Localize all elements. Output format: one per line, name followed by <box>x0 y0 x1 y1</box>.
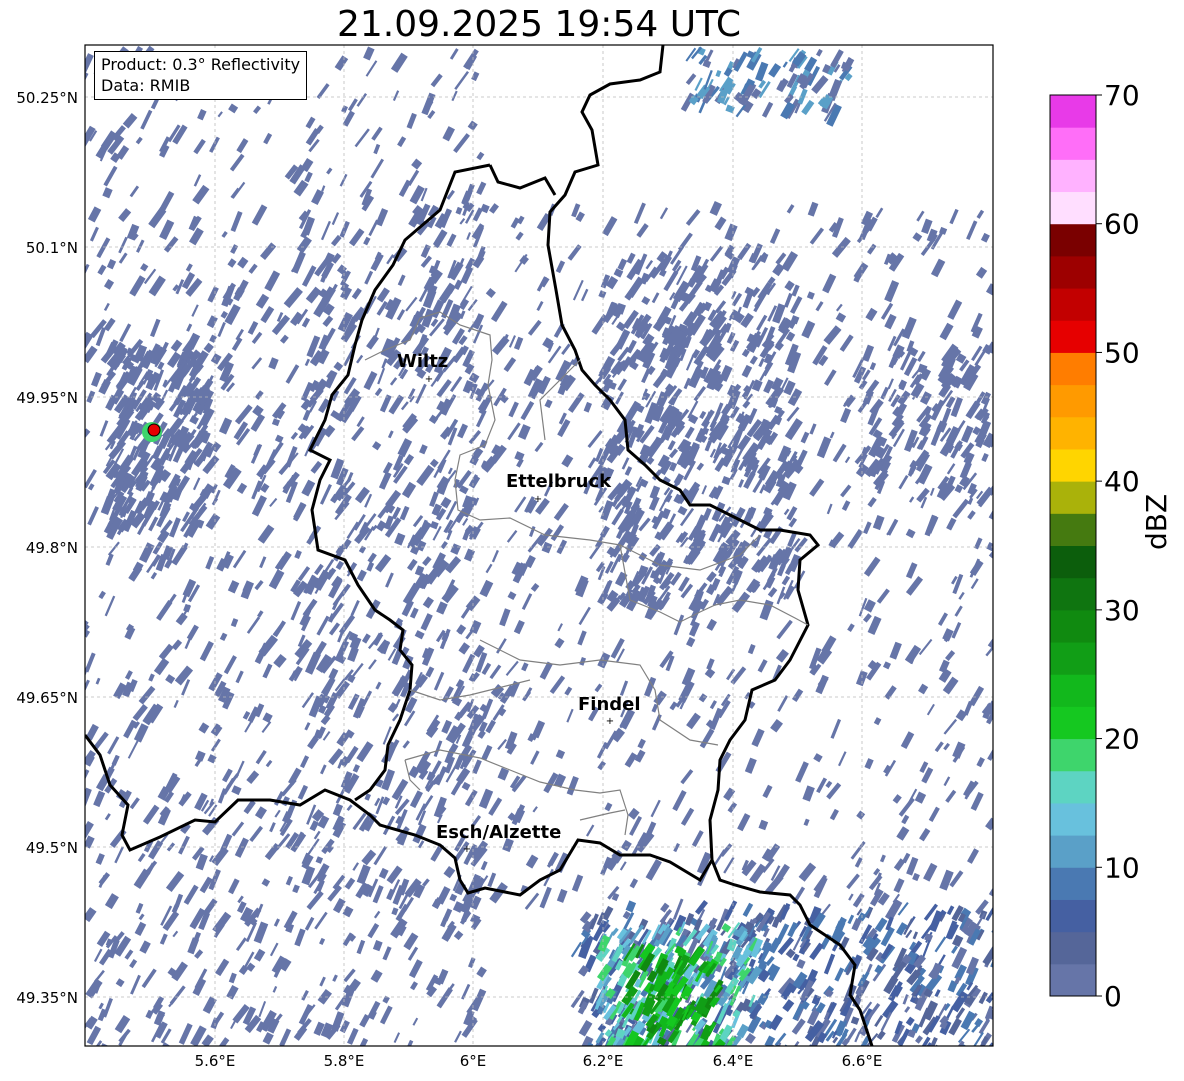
lat-tick-label: 49.5°N <box>26 839 78 857</box>
colorbar-segment <box>1050 642 1096 675</box>
colorbar-segment <box>1050 352 1096 386</box>
colorbar-tick-label: 50 <box>1104 336 1140 369</box>
lat-tick-label: 50.1°N <box>26 239 78 257</box>
colorbar-segment <box>1050 963 1096 997</box>
colorbar-segment <box>1050 835 1096 868</box>
colorbar-segment <box>1050 416 1096 450</box>
info-box: Product: 0.3° Reflectivity Data: RMIB <box>94 51 308 100</box>
radar-map: Wiltz + Ettelbruck + Findel + Esch/Alzet… <box>16 44 1140 1070</box>
colorbar-segment <box>1050 706 1096 740</box>
lat-tick-label: 49.8°N <box>26 539 78 557</box>
colorbar-unit-label: dBZ <box>1140 493 1173 550</box>
colorbar-segment <box>1050 288 1096 321</box>
colorbar-tick-label: 10 <box>1104 851 1140 884</box>
colorbar-segment <box>1050 127 1096 160</box>
city-marker-icon: + <box>606 716 614 727</box>
colorbar-tick-label: 40 <box>1104 465 1140 498</box>
city-wiltz: Wiltz + <box>397 351 448 385</box>
colorbar-segment <box>1050 223 1096 257</box>
colorbar-segment <box>1050 738 1096 772</box>
colorbar-segment <box>1050 609 1096 643</box>
city-label: Wiltz <box>397 351 448 372</box>
colorbar-tick-label: 70 <box>1104 79 1140 112</box>
city-label: Esch/Alzette <box>436 822 561 843</box>
colorbar-segment <box>1050 191 1096 225</box>
lat-tick-label: 50.25°N <box>16 89 78 107</box>
colorbar-segment <box>1050 255 1096 289</box>
colorbar: 0 10 20 30 40 50 60 70 <box>1049 79 1140 1013</box>
radar-site-icon <box>142 422 162 442</box>
data-source-text: Data: RMIB <box>101 76 191 95</box>
lon-tick-label: 6.2°E <box>583 1052 624 1070</box>
colorbar-segment <box>1050 931 1096 965</box>
colorbar-segment <box>1050 481 1096 514</box>
colorbar-segment <box>1050 545 1096 579</box>
colorbar-segment <box>1050 95 1096 128</box>
city-label: Ettelbruck <box>506 471 612 492</box>
colorbar-segment <box>1050 674 1096 707</box>
colorbar-segment <box>1050 320 1096 353</box>
colorbar-segment <box>1050 159 1096 193</box>
colorbar-segment <box>1050 448 1096 482</box>
lat-tick-label: 49.65°N <box>16 689 78 707</box>
lon-tick-label: 6.6°E <box>842 1052 883 1070</box>
colorbar-segment <box>1050 867 1096 900</box>
city-marker-icon: + <box>534 494 542 505</box>
colorbar-tick-label: 30 <box>1104 594 1140 627</box>
map-frame <box>84 44 994 1047</box>
colorbar-segment <box>1050 577 1096 611</box>
city-findel: Findel + <box>578 694 641 727</box>
product-text: Product: 0.3° Reflectivity <box>101 55 301 74</box>
lon-tick-label: 5.8°E <box>324 1052 365 1070</box>
colorbar-tick-label: 0 <box>1104 980 1122 1013</box>
colorbar-segment <box>1050 770 1096 804</box>
city-marker-icon: + <box>425 374 433 385</box>
lon-tick-label: 6°E <box>460 1052 487 1070</box>
colorbar-segment <box>1050 899 1096 933</box>
colorbar-segment <box>1050 384 1096 418</box>
colorbar-tick-label: 20 <box>1104 723 1140 756</box>
colorbar-segment <box>1050 513 1096 546</box>
longitude-labels: 5.6°E 5.8°E 6°E 6.2°E 6.4°E 6.6°E <box>195 1052 883 1070</box>
colorbar-segment <box>1050 802 1096 836</box>
lat-tick-label: 49.95°N <box>16 389 78 407</box>
grid-lines <box>85 45 993 1046</box>
colorbar-tick-label: 60 <box>1104 208 1140 241</box>
lon-tick-label: 6.4°E <box>713 1052 754 1070</box>
lon-tick-label: 5.6°E <box>195 1052 236 1070</box>
city-label: Findel <box>578 694 641 715</box>
latitude-labels: 50.25°N 50.1°N 49.95°N 49.8°N 49.65°N 49.5°N 4… <box>16 89 78 1007</box>
lat-tick-label: 49.35°N <box>16 989 78 1007</box>
city-marker-icon: + <box>463 844 471 855</box>
